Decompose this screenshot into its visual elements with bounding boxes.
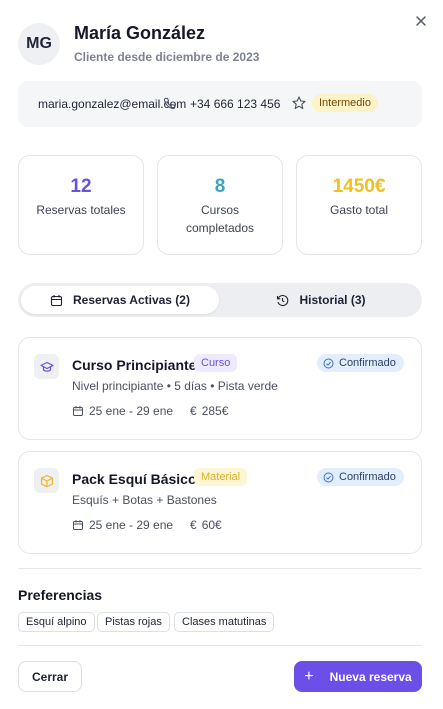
preference-chip: Pistas rojas: [97, 612, 170, 632]
avatar-initials: MG: [26, 35, 52, 52]
preferences-title: Preferencias: [18, 587, 103, 603]
price-text: 60€: [201, 518, 222, 532]
divider: [18, 568, 422, 569]
booking-description: Esquís + Botas + Bastones: [72, 493, 217, 507]
new-booking-button[interactable]: + Nueva reserva: [294, 661, 422, 692]
calendar-icon: [73, 520, 83, 530]
divider: [18, 645, 422, 646]
star-icon: [292, 96, 306, 110]
close-icon[interactable]: [412, 12, 430, 30]
plus-icon: +: [304, 667, 314, 685]
booking-card[interactable]: Pack Esquí Básico Material Confirmado Es…: [18, 451, 422, 554]
check-circle-icon: [323, 358, 334, 368]
booking-title: Curso Principiante: [72, 357, 197, 373]
booking-card[interactable]: Curso Principiante Curso Confirmado Nive…: [18, 337, 422, 440]
price-text: 285€: [201, 404, 229, 418]
dates-text: 25 ene - 29 ene: [89, 404, 174, 418]
phone-text[interactable]: +34 666 123 456: [190, 97, 280, 111]
level-badge: Intermedio: [312, 94, 378, 112]
tab-history[interactable]: Historial (3): [223, 286, 419, 314]
stat-value: 12: [70, 176, 92, 197]
calendar-icon: [50, 294, 63, 306]
package-icon: [34, 468, 59, 493]
new-booking-label: Nueva reserva: [329, 669, 412, 684]
tab-label: Historial (3): [299, 293, 366, 307]
close-button-label: Cerrar: [31, 669, 69, 684]
stat-label: Gasto total: [329, 203, 389, 217]
booking-dates: 25 ene - 29 ene: [72, 518, 173, 532]
dates-text: 25 ene - 29 ene: [89, 518, 174, 532]
stat-value: 1450€: [332, 176, 386, 197]
status-badge: Confirmado: [317, 354, 404, 372]
contact-bar: maria.gonzalez@email.com +34 666 123 456…: [18, 81, 422, 127]
booking-description: Nivel principiante • 5 días • Pista verd…: [72, 379, 278, 393]
booking-title: Pack Esquí Básico: [72, 471, 197, 487]
graduation-cap-icon: [34, 354, 59, 379]
status-label: Confirmado: [339, 357, 396, 369]
tab-active-bookings[interactable]: Reservas Activas (2): [21, 286, 219, 314]
history-icon: [277, 294, 289, 306]
calendar-icon: [73, 406, 83, 416]
avatar: MG: [18, 23, 60, 65]
status-label: Confirmado: [339, 471, 396, 483]
preference-chip: Clases matutinas: [174, 612, 275, 632]
euro-icon: €: [190, 518, 197, 532]
close-button[interactable]: Cerrar: [18, 661, 82, 692]
stat-card-courses: 8 Cursos completados: [157, 155, 283, 255]
stat-label: Cursos completados: [185, 203, 255, 235]
status-badge: Confirmado: [317, 468, 404, 486]
booking-dates: 25 ene - 29 ene: [72, 404, 173, 418]
tab-label: Reservas Activas (2): [73, 293, 190, 307]
booking-price: €60€: [190, 518, 222, 532]
stat-value: 8: [214, 176, 226, 197]
stat-card-spend: 1450€ Gasto total: [296, 155, 422, 255]
tabs: Reservas Activas (2) Historial (3): [18, 283, 422, 317]
customer-since: Cliente desde diciembre de 2023: [74, 50, 260, 64]
type-tag: Curso: [194, 354, 238, 372]
preference-chip: Esquí alpino: [18, 612, 95, 632]
euro-icon: €: [190, 404, 197, 418]
type-tag: Material: [194, 468, 248, 486]
booking-price: €285€: [190, 404, 228, 418]
stat-card-bookings: 12 Reservas totales: [18, 155, 144, 255]
check-circle-icon: [323, 472, 334, 482]
customer-name: María González: [74, 23, 206, 43]
phone-icon: [163, 97, 176, 110]
stat-label: Reservas totales: [36, 203, 126, 217]
